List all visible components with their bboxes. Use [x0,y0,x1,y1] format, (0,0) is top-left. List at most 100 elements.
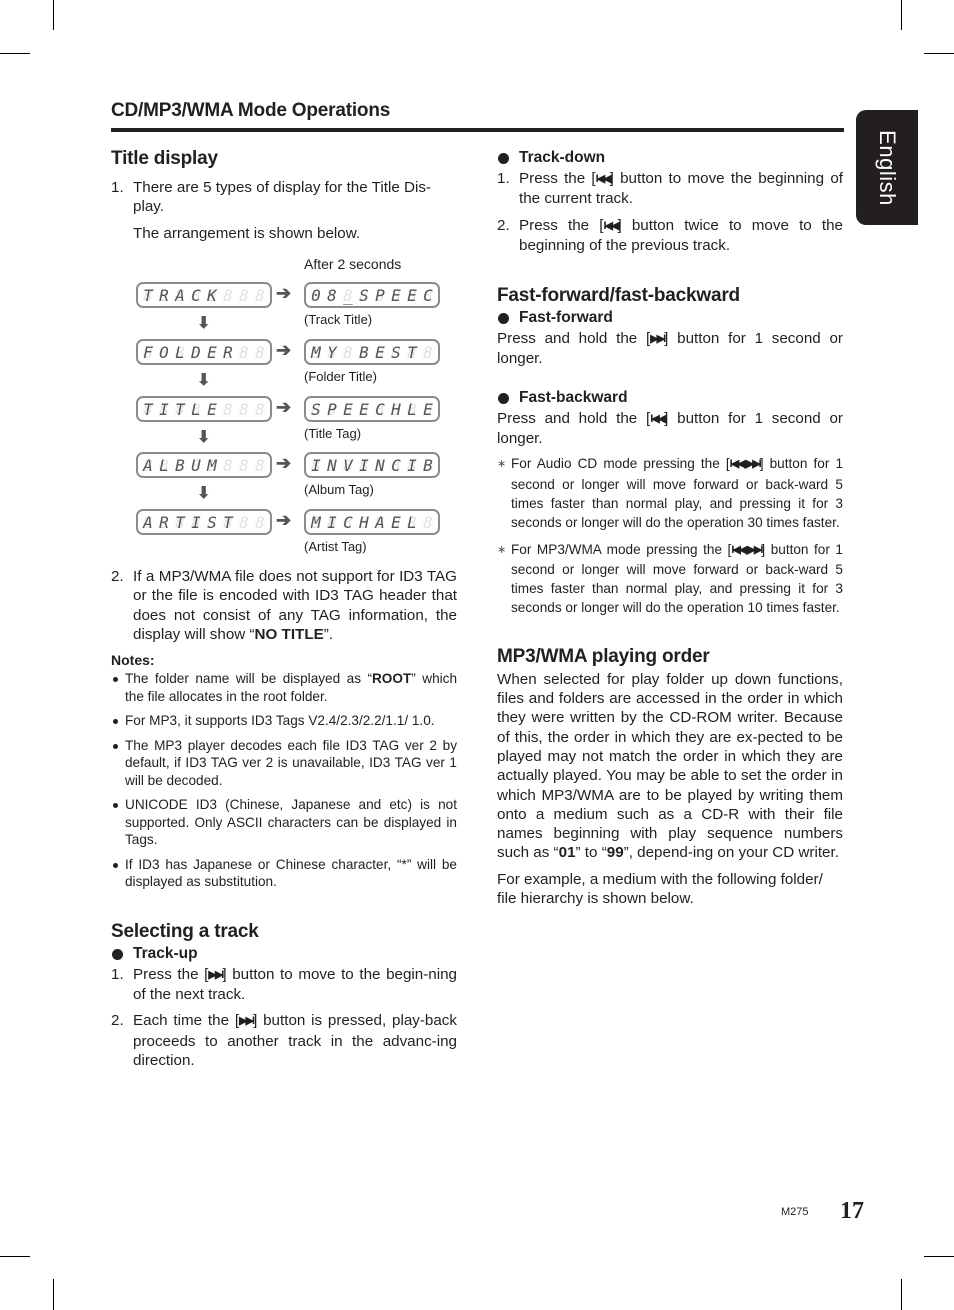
lcd-display-mode: TITLE [136,396,272,422]
step-item: 2. Press the [I◀◀] button twice to move t… [497,216,843,256]
after-2-seconds-label: After 2 seconds [304,256,402,272]
text: ”, depend-ing on your CD writer. [623,844,839,862]
lcd-segment: E [374,343,387,362]
lcd-segment [238,344,251,361]
lcd-char: M [207,455,217,475]
lcd-segment: T [174,399,187,419]
lcd-char: B [175,455,185,475]
lcd-char: O [159,342,169,362]
lcd-segment: D [190,342,203,362]
track-down-subheading: Track-down [497,149,843,167]
lcd-char: I [311,455,321,475]
step-item: 1. Press the [▶▶I] button to move to the … [111,965,457,1005]
lcd-char: T [175,512,185,532]
arrow-right-icon: ➔ [276,453,292,473]
next-track-icon: ▶▶I [208,968,224,981]
playing-order-paragraph-1: When selected for play folder up down fu… [497,670,843,863]
lcd-char: R [159,512,169,532]
lcd-segment: T [142,286,155,305]
lcd-char: R [159,285,169,305]
lcd-char: S [359,285,369,305]
fast-forward-backward-heading: Fast-forward/fast-backward [497,285,740,307]
lcd-char: D [191,342,201,362]
previous-track-icon: I◀◀ [595,173,612,185]
lcd-char: C [343,512,353,532]
lcd-segment: M [310,513,323,532]
lcd-segment [254,514,267,531]
bullet-icon [113,677,118,683]
lcd-segment: I [190,512,203,532]
lcd-segment: A [374,512,387,532]
lcd-segment: E [390,286,403,305]
lcd-segment: E [206,343,219,362]
lcd-char: T [223,512,233,532]
lcd-char: I [191,512,201,532]
lcd-char: P [375,285,385,305]
notes-list: The folder name will be displayed as “RO… [111,670,457,891]
arrow-down-icon: ⬇ [197,372,211,389]
next-track-icon: ▶▶I [239,1015,255,1028]
right-column: Track-down 1. Press the [I◀◀] button to m… [497,149,843,908]
lcd-caption: (Track Title) [304,312,373,327]
arrow-right-icon: ➔ [276,283,292,303]
lcd-segment: 0 [310,286,323,305]
title-display-item-1: 1. There are 5 types of display for the … [111,178,457,217]
lcd-char: C [391,455,401,475]
lcd-segment: _ [342,286,355,305]
left-column-lower: 2. If a MP3/WMA file does not support fo… [111,567,457,1070]
text: ” to “ [575,844,607,862]
lcd-segment [254,287,267,304]
fast-notes: ∗ For Audio CD mode pressing the [I◀◀, ▶▶… [497,454,843,617]
fast-forward-subheading: Fast-forward [497,309,843,327]
track-up-steps: 1. Press the [▶▶I] button to move to the … [111,965,457,1070]
lcd-char: A [375,512,385,532]
track-down-steps: 1. Press the [I◀◀] button to move the beg… [497,169,843,255]
lcd-char: R [223,342,233,362]
lcd-display-mode: TRACK [136,282,272,308]
step-item: 1. Press the [I◀◀] button to move the beg… [497,169,843,209]
lcd-char: E [359,399,369,419]
lcd-segment: I [358,456,371,475]
lcd-char: I [407,455,417,475]
track-up-subheading: Track-up [111,945,457,963]
arrow-right-icon: ➔ [276,340,292,360]
arrow-right-icon: ➔ [276,510,292,530]
lcd-char: E [407,285,417,305]
lcd-segment: Y [326,343,339,362]
lcd-segment [254,401,267,418]
note-item: If ID3 has Japanese or Chinese character… [111,856,457,891]
lcd-char: U [191,455,201,475]
lcd-char: S [391,342,401,362]
bold-99: 99 [606,844,624,862]
language-tab-label: English [875,129,900,206]
lcd-display-content: MY BEST [304,339,440,365]
lcd-char: E [423,399,433,419]
lcd-char: T [175,399,185,419]
item-text-end: ”. [323,625,334,643]
lcd-char: S [311,399,321,419]
no-title-text: NO TITLE [254,625,324,643]
lcd-segment: A [142,456,155,475]
lcd-char: T [407,342,417,362]
lcd-segment: I [406,455,419,475]
text: When selected for play folder up down fu… [497,670,843,862]
lcd-segment: L [158,456,171,475]
note-bold: ROOT [371,671,412,687]
crop-mark [924,1256,954,1257]
previous-track-icon: I◀◀ [603,219,619,232]
lcd-segment: I [158,399,171,419]
lcd-char: K [207,285,217,305]
lcd-segment [254,344,267,361]
lcd-segment: L [190,400,203,419]
lcd-segment: M [206,455,219,475]
lcd-char: I [159,399,169,419]
lcd-char: A [143,512,153,532]
arrow-down-icon: ⬇ [197,315,211,332]
lcd-segment [422,344,435,361]
note-text: If ID3 has Japanese or Chinese character… [125,856,457,890]
lcd-segment [342,344,355,361]
lcd-segment: R [158,512,171,532]
step-number: 1. [111,965,124,983]
step-text: Press the [ [519,170,596,187]
lcd-caption: (Title Tag) [304,426,362,441]
